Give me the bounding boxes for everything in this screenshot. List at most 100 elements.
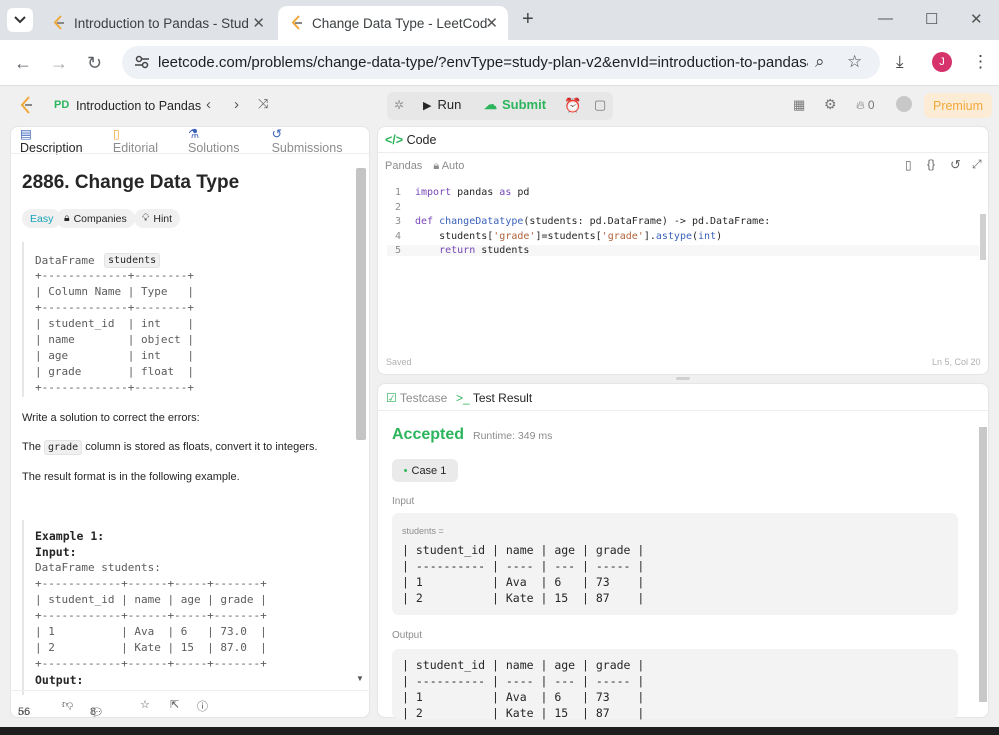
lock-icon: 🔒︎ [64,212,70,224]
dataframe-name: students [104,253,161,268]
input-label: Input [392,496,415,507]
divider [378,152,988,153]
example-bar [22,520,24,695]
new-tab-icon[interactable]: + [522,8,534,31]
browser-tab-bar: Introduction to Pandas - Study ✕ Change … [0,0,999,40]
dataframe-label: DataFrame [35,254,95,267]
study-plan-title[interactable]: Introduction to Pandas [76,99,201,113]
tab-title: Introduction to Pandas - Study [74,15,249,31]
input-variable: students = [402,526,444,536]
browser-tab-study[interactable]: Introduction to Pandas - Study ✕ [40,6,275,40]
schema-table: +-------------+--------+ | Column Name |… [35,269,194,394]
reset-icon[interactable]: ↺ [950,157,961,173]
upload-cloud-icon: ☁ [484,97,497,112]
bookmark-icon[interactable]: ▯ [905,158,912,172]
next-problem-icon[interactable]: › [234,96,239,113]
code-line[interactable]: 4 students['grade']=students['grade'].as… [387,231,722,242]
forward-icon[interactable]: → [50,53,68,74]
bookmark-star-icon[interactable]: ☆ [847,52,862,72]
minimize-icon[interactable]: — [878,10,893,27]
divider [378,410,988,411]
zoom-icon[interactable]: ⌕ [815,52,825,72]
output-heading: Output: [35,673,84,687]
streak-fire-icon[interactable]: 🔥︎ 0 [856,98,875,113]
lock-icon: 🔒︎ [433,160,440,172]
scroll-down-icon[interactable]: ▼ [356,674,364,683]
code-header: </> Code [385,133,437,147]
book-icon: ▯ [112,126,120,141]
terminal-icon: >_ [456,391,470,405]
user-avatar[interactable] [896,96,912,112]
hint-button[interactable]: 💡︎ Hint [134,209,181,228]
inline-code: grade [44,440,83,455]
document-icon: ▤ [20,126,32,141]
result-scrollbar[interactable] [979,427,987,702]
flask-icon: ⚗ [188,126,200,141]
menu-icon[interactable]: ⋮ [972,52,989,72]
result-status: Accepted [392,426,465,443]
example-dataframe-label: DataFrame students: [35,561,161,574]
close-icon[interactable]: ✕ [485,14,498,32]
leetcode-logo-icon[interactable] [20,96,34,114]
tab-test-result[interactable]: >_ Test Result [456,391,532,405]
leetcode-logo-icon [53,15,64,30]
history-icon: ↺ [271,126,283,141]
url-bar[interactable]: leetcode.com/problems/change-data-type/?… [122,46,880,79]
lightbulb-icon: 💡︎ [142,212,150,224]
profile-avatar[interactable]: J [932,52,952,72]
browser-tab-active[interactable]: Change Data Type - LeetCode ✕ [278,6,508,40]
code-icon: </> [385,133,404,147]
note-icon[interactable]: ▢ [594,97,606,113]
favorite-star-icon[interactable]: ☆ [140,698,150,711]
layout-icon[interactable]: ▦ [793,97,805,113]
streak-count: 0 [867,98,875,112]
format-braces-icon[interactable]: {} [927,157,935,171]
code-line[interactable]: 3 def changeDatatype(students: pd.DataFra… [387,216,770,227]
resize-handle[interactable] [676,377,690,380]
shuffle-icon[interactable]: ⤨ [258,96,268,112]
download-icon[interactable]: ⤓ [896,52,904,72]
prev-problem-icon[interactable]: ‹ [206,96,211,113]
back-icon[interactable]: ← [14,53,32,74]
save-status: Saved [386,357,412,367]
dislike-icon[interactable]: 👎︎ [62,698,73,711]
problem-title[interactable]: 2886. Change Data Type [22,172,239,194]
submit-button[interactable]: ☁ Submit [484,97,546,113]
chevron-down-icon [14,16,26,24]
tab-submissions[interactable]: ↺ Submissions [272,126,358,155]
debug-icon[interactable]: ✲ [394,98,404,112]
description-tabs: ▤ Description ▯ Editorial ⚗ Solutions ↺ … [10,126,370,155]
language-selector[interactable]: Pandas 🔒︎ Auto [385,160,464,173]
instruction-text-2: The grade column is stored as floats, co… [22,440,318,455]
pass-dot-icon: • [403,464,408,477]
description-scrollbar[interactable] [356,168,366,440]
code-line[interactable]: 2 [387,202,415,213]
tab-editorial[interactable]: ▯ Editorial [113,126,176,155]
reload-icon[interactable]: ↻ [87,53,102,74]
site-settings-icon[interactable] [134,54,150,70]
share-icon[interactable]: ⇱ [170,698,179,711]
window-close-icon[interactable]: ✕ [970,10,983,28]
case-1-tab[interactable]: • Case 1 [392,459,458,482]
tab-testcase[interactable]: ☑ Testcase [386,391,447,405]
leetcode-logo-icon [291,15,302,30]
code-line[interactable]: 1 import pandas as pd [387,187,529,198]
alarm-icon[interactable]: ⏰ [564,97,581,114]
play-icon: ▶ [423,100,432,112]
fullscreen-icon[interactable]: ⤢ [972,157,982,172]
help-icon[interactable]: ⓘ [197,698,208,714]
example-table: +------------+------+-----+-------+ | st… [35,577,267,670]
code-line-active[interactable]: 5 return students [387,245,979,256]
companies-button[interactable]: 🔒︎ Companies [56,209,135,228]
settings-gear-icon[interactable]: ⚙ [824,96,837,113]
tab-solutions[interactable]: ⚗ Solutions [188,126,260,155]
output-table: | student_id | name | age | grade | | --… [402,658,645,720]
tab-search-button[interactable] [7,8,33,32]
close-icon[interactable]: ✕ [252,14,265,32]
tab-description[interactable]: ▤ Description [20,126,101,155]
premium-button[interactable]: Premium [924,93,992,118]
maximize-icon[interactable]: ☐ [925,10,938,28]
code-scrollbar[interactable] [980,214,986,260]
taskbar-edge [0,727,999,735]
run-button[interactable]: ▶ Run [423,97,461,112]
